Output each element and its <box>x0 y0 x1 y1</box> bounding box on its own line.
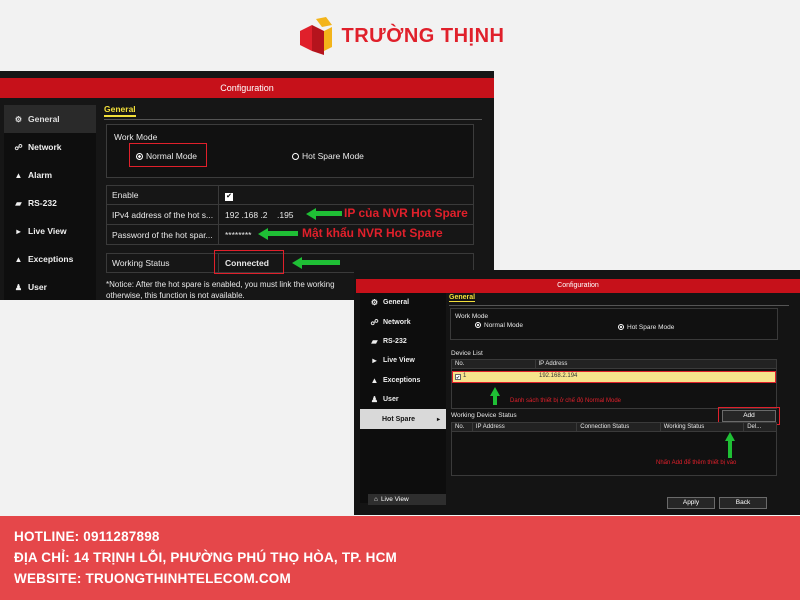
brand-logo-icon <box>299 17 332 55</box>
working-status-label: Working Status <box>107 254 219 272</box>
hot-spare-mode-radio[interactable]: Hot Spare Mode <box>292 151 364 161</box>
brand-name: TRƯỜNG THỊNH <box>341 24 505 47</box>
arrow-left-icon <box>258 227 268 240</box>
window-title: Configuration <box>356 279 800 293</box>
arrow-up-icon <box>725 432 735 441</box>
annotation-add: Nhấn Add để thêm thiết bị vào <box>656 460 737 466</box>
sidebar-item-hot-spare[interactable]: Hot Spare ▸ <box>360 409 446 429</box>
highlight-box <box>129 143 207 167</box>
sidebar-item-exceptions[interactable]: ▲ Exceptions <box>4 245 96 273</box>
gear-icon: ⚙ <box>370 298 379 308</box>
radio-icon <box>618 324 624 330</box>
radio-unselected-icon <box>292 153 299 160</box>
work-mode-label: Work Mode <box>455 313 489 320</box>
ip-address-input[interactable]: 192 .168 .2 .195 <box>219 210 294 220</box>
apply-button[interactable]: Apply <box>667 497 715 509</box>
sidebar-item-user[interactable]: ♟ User <box>4 273 96 300</box>
live-view-button[interactable]: ⌂ Live View <box>368 494 446 505</box>
working-device-header: No. IP Address Connection Status Working… <box>451 422 777 432</box>
device-list-label: Device List <box>451 350 483 357</box>
divider <box>104 119 482 120</box>
hot-spare-mode-radio[interactable]: Hot Spare Mode <box>618 324 674 331</box>
warning-icon: ▲ <box>370 375 379 385</box>
divider <box>449 305 789 306</box>
alarm-icon: ▲ <box>14 170 23 180</box>
nvr-screenshot-hot-spare-config: Configuration ⚙ General ☍ Network ▲ Alarm ▰… <box>0 71 494 300</box>
arrow-up-icon <box>490 387 500 396</box>
serial-icon: ▰ <box>371 336 378 346</box>
sidebar: ⚙ General ☍ Network ▰ RS-232 ▸ Live View ▲ Ex… <box>360 293 446 503</box>
network-icon: ☍ <box>370 317 379 327</box>
sidebar-item-alarm[interactable]: ▲ Alarm <box>4 161 96 189</box>
settings-row-enable: Enable ✔ <box>106 185 474 205</box>
tab-general[interactable]: General <box>449 294 476 302</box>
address-text: ĐỊA CHỈ: 14 TRỊNH LỖI, PHƯỜNG PHÚ THỌ HÒ… <box>14 550 397 565</box>
table-row[interactable]: ✔ 1 192.168.2.194 <box>452 371 776 383</box>
user-icon: ♟ <box>370 395 379 405</box>
website-link[interactable]: WEBSITE: TRUONGTHINHTELECOM.COM <box>14 568 786 589</box>
sidebar-item-liveview[interactable]: ▸ Live View <box>360 351 446 370</box>
tab-general[interactable]: General <box>104 104 136 117</box>
annotation-ip: IP của NVR Hot Spare <box>344 206 468 220</box>
radio-selected-icon <box>475 322 481 328</box>
brand-logo: TRƯỜNG THỊNH <box>0 8 800 64</box>
normal-mode-radio[interactable]: Normal Mode <box>475 322 523 329</box>
sidebar-item-liveview[interactable]: ▸ Live View <box>4 217 96 245</box>
work-mode-label: Work Mode <box>114 132 158 142</box>
user-icon: ♟ <box>14 282 23 292</box>
enable-checkbox[interactable]: ✔ <box>225 192 233 201</box>
arrow-left-icon <box>292 256 302 269</box>
liveview-icon: ▸ <box>372 356 377 366</box>
sidebar-item-rs232[interactable]: ▰ RS-232 <box>4 189 96 217</box>
sidebar-item-general[interactable]: ⚙ General <box>360 293 446 312</box>
hotline-text: HOTLINE: 0911287898 <box>14 529 160 544</box>
warning-icon: ▲ <box>14 254 23 264</box>
sidebar: ⚙ General ☍ Network ▲ Alarm ▰ RS-232 ▸ Live V… <box>4 105 96 300</box>
serial-icon: ▰ <box>15 198 22 208</box>
nvr-screenshot-device-list: Configuration ⚙ General ☍ Network ▰ RS-232 … <box>354 270 800 515</box>
liveview-icon: ▸ <box>16 226 21 236</box>
back-button[interactable]: Back <box>719 497 767 509</box>
chevron-right-icon: ▸ <box>436 416 440 423</box>
footer-contact: HOTLINE: 0911287898 ĐỊA CHỈ: 14 TRỊNH LỖ… <box>0 516 800 600</box>
sidebar-item-rs232[interactable]: ▰ RS-232 <box>360 332 446 351</box>
annotation-password: Mật khẩu NVR Hot Spare <box>302 226 443 240</box>
home-icon: ⌂ <box>374 496 378 503</box>
network-icon: ☍ <box>14 142 23 152</box>
gear-icon: ⚙ <box>14 114 23 124</box>
window-title: Configuration <box>0 78 494 98</box>
sidebar-item-network[interactable]: ☍ Network <box>4 133 96 161</box>
highlight-box <box>214 250 284 274</box>
arrow-left-icon <box>306 207 316 220</box>
working-device-status-label: Working Device Status <box>451 412 517 419</box>
sidebar-item-general[interactable]: ⚙ General <box>4 105 96 133</box>
device-list-header: No. IP Address <box>451 359 777 369</box>
sidebar-item-network[interactable]: ☍ Network <box>360 312 446 331</box>
sidebar-item-exceptions[interactable]: ▲ Exceptions <box>360 371 446 390</box>
sidebar-item-user[interactable]: ♟ User <box>360 390 446 409</box>
password-input[interactable]: ******** <box>219 230 251 240</box>
annotation-device-list: Danh sách thiết bị ở chế độ Normal Mode <box>510 398 621 404</box>
